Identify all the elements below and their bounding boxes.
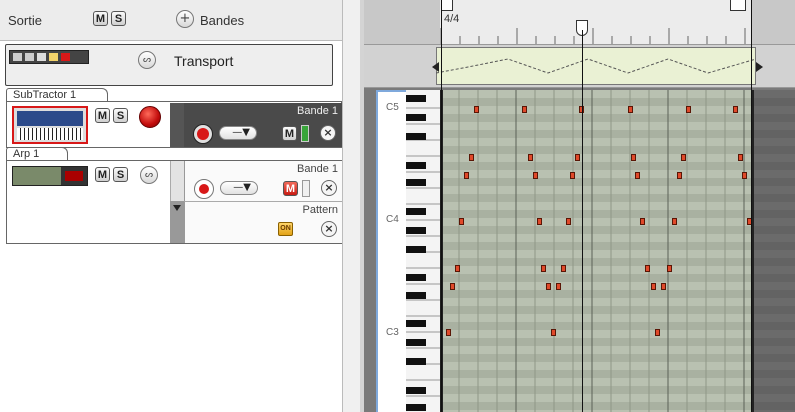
octave-label-c3: C3 (386, 327, 399, 338)
transport-waveform-icon: ᔕ (138, 51, 156, 69)
left-locator-line (441, 0, 442, 412)
arp-lane-dropdown[interactable]: —▼ (220, 181, 258, 195)
arp-lane-grip[interactable] (170, 161, 185, 201)
subtractor-lane-level-meter (301, 125, 309, 142)
arp-tab[interactable]: Arp 1 (6, 147, 68, 161)
left-locator-marker[interactable] (441, 0, 453, 11)
arp-solo-button[interactable]: S (113, 167, 128, 182)
sortie-label: Sortie (8, 13, 42, 28)
loop-right-arrow[interactable] (756, 62, 763, 72)
right-locator-line (751, 0, 752, 412)
arp-lane-level-meter (302, 180, 310, 197)
arp-lane: Bande 1 —▼ M × (184, 161, 342, 201)
transport-track[interactable]: ᔕ Transport (5, 44, 333, 86)
track-list-header: Sortie M S + Bandes (0, 0, 343, 41)
panel-splitter[interactable] (342, 0, 360, 412)
arp-pattern-collapse-icon[interactable] (170, 201, 184, 243)
subtractor-track[interactable]: M S Bande 1 —▼ M × (6, 101, 342, 148)
octave-label-c5: C5 (386, 102, 399, 113)
bandes-label: Bandes (200, 13, 245, 28)
subtractor-lane-grip[interactable] (170, 103, 184, 147)
note-grid[interactable] (440, 90, 752, 412)
subtractor-synth-icon (12, 106, 88, 144)
arp-track[interactable]: M S ᔕ Bande 1 —▼ M × Pattern ON × (6, 160, 342, 244)
subtractor-solo-button[interactable]: S (113, 108, 128, 123)
arp-track-name: Arp 1 (13, 148, 40, 160)
arp-lane-label: Bande 1 (297, 163, 338, 175)
arp-lane-record-icon[interactable] (194, 179, 214, 199)
subtractor-mute-button[interactable]: M (95, 108, 110, 123)
grid-outside-region (752, 90, 795, 412)
octave-label-c4: C4 (386, 214, 399, 225)
piano-keys-svg (406, 95, 440, 411)
arp-pattern-lane: Pattern ON × (184, 201, 342, 243)
subtractor-track-name: SubTractor 1 (13, 89, 77, 101)
grid-lines (458, 90, 745, 412)
arp-lane-delete-icon[interactable]: × (321, 180, 337, 196)
arp-lane-mute-button[interactable]: M (283, 181, 298, 196)
loop-left-arrow[interactable] (432, 62, 439, 72)
subtractor-lane-record-icon[interactable] (193, 124, 213, 144)
loop-pattern-line (436, 58, 756, 74)
solo-button-header[interactable]: S (111, 11, 126, 26)
subtractor-record-icon[interactable] (139, 106, 161, 128)
subtractor-lane-delete-icon[interactable]: × (320, 125, 336, 141)
transport-label: Transport (174, 53, 234, 69)
subtractor-lane-mute-button[interactable]: M (282, 126, 297, 141)
arp-pattern-label: Pattern (302, 204, 338, 216)
octave-label-column: C5 C4 C3 (376, 90, 406, 412)
arp-device-icon (12, 166, 88, 186)
subtractor-lane-label: Bande 1 (297, 105, 338, 117)
arp-pattern-delete-icon[interactable]: × (321, 221, 337, 237)
arp-waveform-icon: ᔕ (140, 166, 158, 184)
right-locator-marker[interactable] (730, 0, 746, 11)
arp-mute-button[interactable]: M (95, 167, 110, 182)
subtractor-tab[interactable]: SubTractor 1 (6, 88, 108, 102)
pattern-on-button[interactable]: ON (278, 222, 293, 236)
subtractor-lane: Bande 1 —▼ M × (184, 103, 342, 147)
transport-device-icon (9, 50, 89, 64)
time-ruler[interactable]: 4/4 (364, 0, 795, 45)
song-position-line (582, 30, 583, 412)
subtractor-lane-dropdown[interactable]: —▼ (219, 126, 257, 140)
piano-keyboard[interactable] (406, 90, 440, 412)
transport-lane (364, 45, 795, 88)
mute-button-header[interactable]: M (93, 11, 108, 26)
add-lane-icon[interactable]: + (176, 10, 194, 28)
